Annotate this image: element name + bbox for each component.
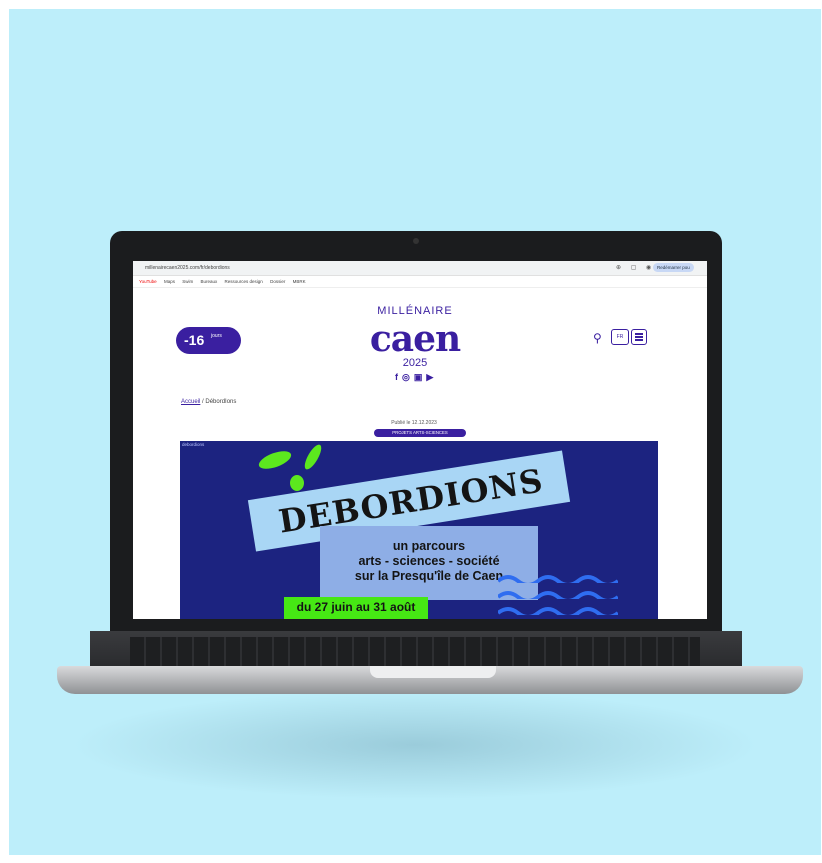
logo-top-text[interactable]: MILLÉNAIRE bbox=[355, 305, 475, 317]
bookmark-dossier[interactable]: Dossier bbox=[270, 276, 285, 287]
url-field[interactable]: millenairecaen2025.com/fr/debordions bbox=[145, 265, 230, 271]
subtitle-line: arts - sciences - société bbox=[358, 554, 500, 568]
bookmark-youtube[interactable]: YouTube bbox=[139, 276, 157, 287]
publish-date: Publié le 12.12.2023 bbox=[391, 420, 437, 426]
webcam bbox=[413, 238, 419, 244]
bookmark-mbrk[interactable]: MBRK bbox=[293, 276, 306, 287]
language-selector[interactable]: FR bbox=[611, 329, 629, 345]
keyboard bbox=[130, 637, 700, 667]
facebook-icon[interactable]: f bbox=[395, 372, 402, 382]
green-splash-shape bbox=[301, 442, 325, 472]
laptop-shadow bbox=[70, 690, 760, 800]
category-tag[interactable]: PROJETS ARTS-SCIENCES bbox=[374, 429, 466, 437]
linkedin-icon[interactable]: ▣ bbox=[414, 372, 427, 382]
youtube-icon[interactable]: ▶ bbox=[426, 372, 437, 382]
breadcrumb: Accueil / DébordIons bbox=[181, 399, 236, 405]
subtitle-line: un parcours bbox=[392, 539, 466, 553]
address-bar[interactable]: millenairecaen2025.com/fr/debordions ⊕ ▢… bbox=[133, 261, 707, 276]
wave-shape bbox=[498, 607, 618, 615]
bookmark-maps[interactable]: Maps bbox=[164, 276, 175, 287]
wave-shape bbox=[498, 575, 618, 583]
breadcrumb-current: DébordIons bbox=[205, 399, 237, 405]
search-icon[interactable]: ⚲ bbox=[593, 331, 602, 345]
countdown-number: -16 bbox=[184, 332, 205, 348]
bookmark-bureaux[interactable]: Bureaux bbox=[201, 276, 218, 287]
logo-main[interactable]: caen bbox=[347, 319, 483, 359]
breadcrumb-separator: / bbox=[202, 399, 204, 405]
green-splash-shape bbox=[290, 475, 304, 491]
countdown-badge: -16 jours bbox=[176, 327, 241, 354]
countdown-unit: jours bbox=[211, 333, 222, 339]
bookmarks-bar: YouTube Maps Swim Bureaux Ressources des… bbox=[133, 276, 707, 288]
social-links: f◎▣▶ bbox=[395, 372, 437, 383]
browser-toolbar-icons[interactable]: ⊕ ▢ ◉ bbox=[616, 264, 655, 271]
bookmark-ressources[interactable]: Ressources design bbox=[225, 276, 263, 287]
bookmark-swim[interactable]: Swim bbox=[182, 276, 193, 287]
laptop-screen: millenairecaen2025.com/fr/debordions ⊕ ▢… bbox=[133, 261, 707, 619]
profile-button[interactable]: Redémarrer pou bbox=[653, 263, 694, 272]
event-poster: debordions DEBORDIONS un parcours arts -… bbox=[180, 441, 658, 619]
wave-shape bbox=[498, 591, 618, 599]
menu-icon[interactable] bbox=[631, 329, 647, 345]
lid-opening-notch bbox=[370, 666, 496, 678]
poster-caption: debordions bbox=[182, 442, 205, 447]
instagram-icon[interactable]: ◎ bbox=[402, 372, 414, 382]
logo-year[interactable]: 2025 bbox=[355, 357, 475, 369]
green-splash-shape bbox=[256, 447, 294, 473]
breadcrumb-home[interactable]: Accueil bbox=[181, 399, 200, 405]
event-dates: du 27 juin au 31 août bbox=[296, 600, 416, 614]
